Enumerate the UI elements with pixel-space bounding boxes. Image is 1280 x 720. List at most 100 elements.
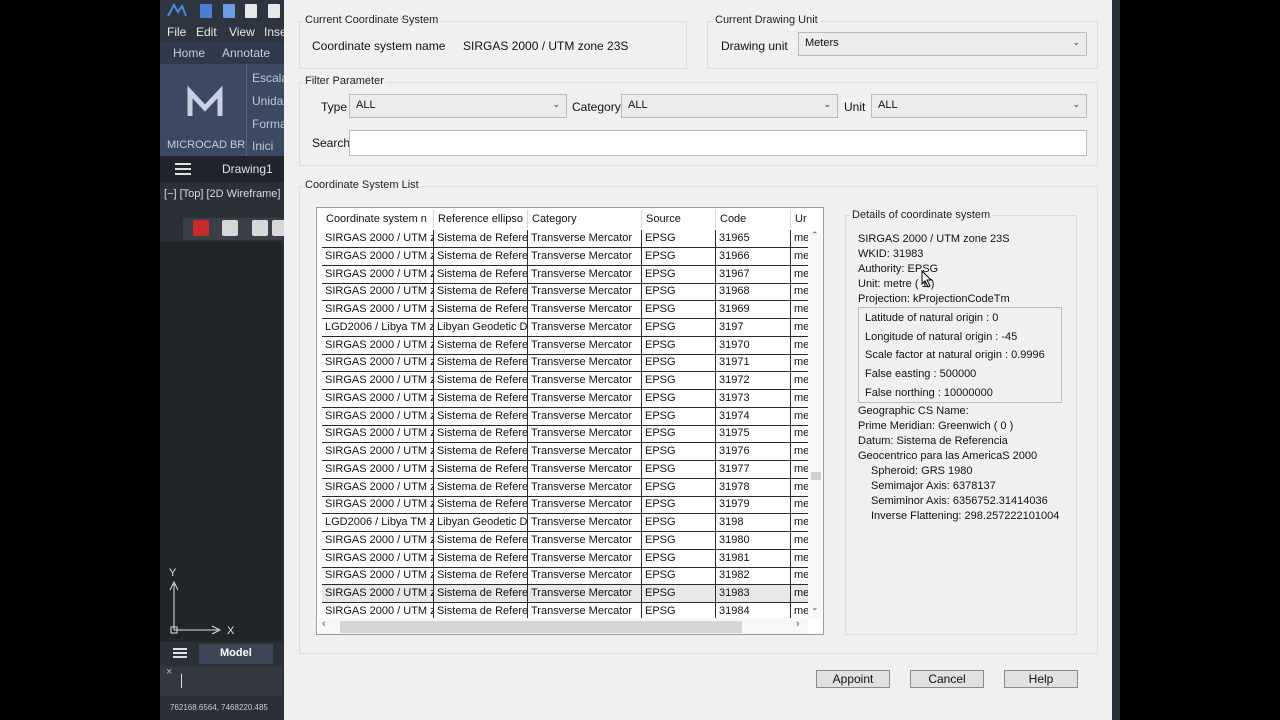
cell-category: Transverse Mercator [528, 283, 642, 302]
menu-view[interactable]: View [229, 25, 255, 39]
cell-code: 3197 [716, 318, 791, 337]
column-header-name[interactable]: Coordinate system n [322, 210, 434, 228]
cell-category: Transverse Mercator [528, 425, 642, 444]
drawing-unit-select[interactable]: Meters ⌄ [798, 32, 1087, 56]
print-icon[interactable] [268, 4, 280, 18]
cell-unit: me [791, 372, 808, 390]
table-row[interactable]: SIRGAS 2000 / UTM z Sistema de Refere Tran… [322, 265, 808, 284]
table-row[interactable]: SIRGAS 2000 / UTM z Sistema de Refere Tran… [322, 354, 808, 373]
cell-category: Transverse Mercator [528, 585, 642, 603]
cell-name: SIRGAS 2000 / UTM z [322, 301, 434, 319]
table-row[interactable]: SIRGAS 2000 / UTM z Sistema de Refere Tran… [322, 460, 808, 479]
new-file-icon[interactable] [200, 4, 212, 18]
cell-unit: me [791, 425, 808, 444]
scroll-right-icon[interactable]: › [796, 618, 800, 630]
table-row[interactable]: SIRGAS 2000 / UTM z Sistema de Refere Tran… [322, 425, 808, 444]
cell-ellipsoid: Sistema de Refere [434, 283, 528, 302]
tab-home[interactable]: Home [173, 46, 205, 60]
table-row[interactable]: SIRGAS 2000 / UTM z Sistema de Refere Tran… [322, 567, 808, 586]
column-header-code[interactable]: Code [716, 210, 791, 228]
cell-unit: me [791, 496, 808, 515]
cs-name-value: SIRGAS 2000 / UTM zone 23S [463, 39, 629, 53]
type-select[interactable]: ALL ⌄ [349, 94, 567, 118]
horizontal-scroll-thumb[interactable] [340, 621, 742, 633]
cell-name: SIRGAS 2000 / UTM z [322, 496, 434, 515]
help-button[interactable]: Help [1004, 670, 1078, 688]
table-row[interactable]: SIRGAS 2000 / UTM z Sistema de Refere Tran… [322, 443, 808, 461]
cell-code: 31973 [716, 389, 791, 408]
microcad-tool-icon[interactable] [193, 220, 209, 236]
menu-file[interactable]: File [167, 25, 186, 39]
chevron-down-icon: ⌄ [552, 99, 560, 109]
tool-icon[interactable] [252, 220, 268, 236]
table-row[interactable]: SIRGAS 2000 / UTM z Sistema de Refere Tran… [322, 389, 808, 408]
detail-datum-cont: Geocentrico para las AmericaS 2000 [858, 450, 1038, 462]
tool-icon[interactable] [222, 220, 238, 236]
scroll-down-icon[interactable]: ⌄ [811, 602, 819, 613]
cell-name: SIRGAS 2000 / UTM z [322, 230, 434, 248]
tab-model[interactable]: Model [199, 644, 273, 664]
ucs-axis-icon [169, 580, 222, 635]
column-header-ellipsoid[interactable]: Reference ellipso [434, 210, 528, 228]
cell-source: EPSG [642, 443, 716, 461]
close-icon[interactable]: × [166, 666, 172, 678]
cell-ellipsoid: Libyan Geodetic D [434, 514, 528, 532]
ribbon-item-formato[interactable]: Forma [252, 117, 287, 131]
scroll-up-icon[interactable]: ⌃ [811, 230, 819, 241]
cell-category: Transverse Mercator [528, 247, 642, 266]
microcad-logo-icon [187, 85, 223, 116]
appoint-button[interactable]: Appoint [816, 670, 890, 688]
table-vertical-scrollbar[interactable]: ⌃ ⌄ [808, 230, 822, 618]
cell-category: Transverse Mercator [528, 336, 642, 355]
app-logo-icon[interactable] [166, 2, 188, 20]
cell-ellipsoid: Sistema de Refere [434, 301, 528, 319]
viewport-label[interactable]: [−] [Top] [2D Wireframe] [W [164, 188, 297, 200]
tab-annotate[interactable]: Annotate [222, 46, 270, 60]
cell-category: Transverse Mercator [528, 354, 642, 373]
table-row[interactable]: SIRGAS 2000 / UTM z Sistema de Refere Tran… [322, 496, 808, 515]
table-row[interactable]: SIRGAS 2000 / UTM z Sistema de Refere Tran… [322, 247, 808, 266]
cell-unit: me [791, 443, 808, 461]
cell-name: SIRGAS 2000 / UTM z [322, 443, 434, 461]
layout-menu-icon[interactable] [173, 648, 187, 659]
tab-drawing1[interactable]: Drawing1 [222, 162, 273, 176]
table-row[interactable]: SIRGAS 2000 / UTM z Sistema de Refere Tran… [322, 372, 808, 390]
menu-edit[interactable]: Edit [196, 25, 217, 39]
vertical-scroll-thumb[interactable] [811, 472, 821, 480]
table-row[interactable]: SIRGAS 2000 / UTM z Sistema de Refere Tran… [322, 301, 808, 319]
ribbon-item-escala[interactable]: Escala [252, 71, 288, 85]
cell-code: 31971 [716, 354, 791, 373]
table-row[interactable]: LGD2006 / Libya TM z Libyan Geodetic D Tra… [322, 514, 808, 532]
column-header-source[interactable]: Source [642, 210, 716, 228]
ribbon-item-unidades[interactable]: Unida [252, 94, 283, 108]
search-input[interactable] [349, 130, 1087, 156]
table-row[interactable]: SIRGAS 2000 / UTM z Sistema de Refere Tran… [322, 478, 808, 497]
table-row[interactable]: SIRGAS 2000 / UTM z Sistema de Refere Tran… [322, 336, 808, 355]
text-cursor [181, 674, 182, 688]
chevron-down-icon: ⌄ [823, 99, 831, 109]
cell-source: EPSG [642, 460, 716, 479]
table-row[interactable]: SIRGAS 2000 / UTM z Sistema de Refere Tran… [322, 549, 808, 568]
table-row[interactable]: SIRGAS 2000 / UTM z Sistema de Refere Tran… [322, 407, 808, 426]
table-row[interactable]: LGD2006 / Libya TM z Libyan Geodetic D Tra… [322, 318, 808, 337]
scroll-left-icon[interactable]: ‹ [322, 618, 326, 630]
cell-code: 31976 [716, 443, 791, 461]
column-header-category[interactable]: Category [528, 210, 642, 228]
save-icon[interactable] [245, 4, 257, 18]
cell-ellipsoid: Libyan Geodetic D [434, 318, 528, 337]
cell-category: Transverse Mercator [528, 389, 642, 408]
table-row[interactable]: SIRGAS 2000 / UTM z Sistema de Refere Tran… [322, 283, 808, 302]
column-header-unit[interactable]: Ur [791, 210, 808, 228]
table-row[interactable]: SIRGAS 2000 / UTM z Sistema de Refere Tran… [322, 585, 808, 603]
hamburger-menu-icon[interactable] [175, 163, 191, 175]
filter-legend: Filter Parameter [303, 75, 386, 87]
category-select[interactable]: ALL ⌄ [621, 94, 838, 118]
unit-select[interactable]: ALL ⌄ [871, 94, 1087, 118]
table-row[interactable]: SIRGAS 2000 / UTM z Sistema de Refere Tran… [322, 230, 808, 248]
cancel-button[interactable]: Cancel [910, 670, 984, 688]
open-folder-icon[interactable] [223, 4, 235, 18]
table-row[interactable]: SIRGAS 2000 / UTM z Sistema de Refere Tran… [322, 531, 808, 550]
ribbon-item-inicio[interactable]: Inici [252, 139, 273, 153]
command-line[interactable]: × [160, 666, 282, 696]
cell-unit: me [791, 283, 808, 302]
